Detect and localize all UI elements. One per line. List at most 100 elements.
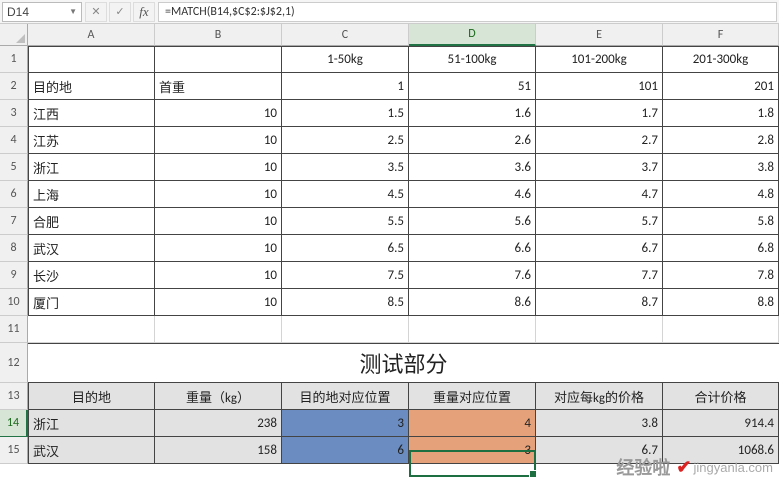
cell-F10[interactable]: 8.8 bbox=[663, 289, 779, 316]
cell-B6[interactable]: 10 bbox=[155, 181, 282, 208]
row-header-7[interactable]: 7 bbox=[0, 208, 28, 235]
cell-B4[interactable]: 10 bbox=[155, 127, 282, 154]
cell-C6[interactable]: 4.5 bbox=[282, 181, 409, 208]
name-box-dropdown-icon[interactable]: ▼ bbox=[69, 7, 77, 16]
cell-E15[interactable]: 6.7 bbox=[536, 437, 663, 464]
name-box[interactable]: D14 ▼ bbox=[2, 2, 82, 22]
cell-C15[interactable]: 6 bbox=[282, 437, 409, 464]
col-header-E[interactable]: E bbox=[536, 24, 663, 46]
cell-C14[interactable]: 3 bbox=[282, 410, 409, 437]
cell-E10[interactable]: 8.7 bbox=[536, 289, 663, 316]
row-header-12[interactable]: 12 bbox=[0, 343, 28, 383]
cell-D9[interactable]: 7.6 bbox=[409, 262, 536, 289]
cell-F8[interactable]: 6.8 bbox=[663, 235, 779, 262]
cell-E9[interactable]: 7.7 bbox=[536, 262, 663, 289]
title-cell[interactable]: 测试部分 bbox=[28, 343, 779, 383]
row-header-5[interactable]: 5 bbox=[0, 154, 28, 181]
cell-F3[interactable]: 1.8 bbox=[663, 100, 779, 127]
cell-E13[interactable]: 对应每kg的价格 bbox=[536, 383, 663, 410]
cell-E4[interactable]: 2.7 bbox=[536, 127, 663, 154]
cell-D5[interactable]: 3.6 bbox=[409, 154, 536, 181]
cell-E8[interactable]: 6.7 bbox=[536, 235, 663, 262]
select-all-corner[interactable] bbox=[0, 24, 28, 46]
cell-A5[interactable]: 浙江 bbox=[28, 154, 155, 181]
cell-A4[interactable]: 江苏 bbox=[28, 127, 155, 154]
cell-F2[interactable]: 201 bbox=[663, 73, 779, 100]
cell-B7[interactable]: 10 bbox=[155, 208, 282, 235]
cell-C8[interactable]: 6.5 bbox=[282, 235, 409, 262]
cell-F11[interactable] bbox=[663, 316, 779, 343]
cell-F5[interactable]: 3.8 bbox=[663, 154, 779, 181]
cell-D7[interactable]: 5.6 bbox=[409, 208, 536, 235]
cell-C5[interactable]: 3.5 bbox=[282, 154, 409, 181]
col-header-D[interactable]: D bbox=[409, 24, 536, 46]
row-header-4[interactable]: 4 bbox=[0, 127, 28, 154]
cell-F1[interactable]: 201-300kg bbox=[663, 46, 779, 73]
row-header-15[interactable]: 15 bbox=[0, 437, 28, 464]
cell-A1[interactable] bbox=[28, 46, 155, 73]
row-header-3[interactable]: 3 bbox=[0, 100, 28, 127]
row-header-2[interactable]: 2 bbox=[0, 73, 28, 100]
cell-B13[interactable]: 重量（kg） bbox=[155, 383, 282, 410]
cell-C10[interactable]: 8.5 bbox=[282, 289, 409, 316]
cell-E5[interactable]: 3.7 bbox=[536, 154, 663, 181]
cell-C13[interactable]: 目的地对应位置 bbox=[282, 383, 409, 410]
cell-D15[interactable]: 3 bbox=[409, 437, 536, 464]
cell-C2[interactable]: 1 bbox=[282, 73, 409, 100]
row-header-14[interactable]: 14 bbox=[0, 410, 28, 437]
row-header-6[interactable]: 6 bbox=[0, 181, 28, 208]
cell-E1[interactable]: 101-200kg bbox=[536, 46, 663, 73]
row-header-1[interactable]: 1 bbox=[0, 46, 28, 73]
cell-F6[interactable]: 4.8 bbox=[663, 181, 779, 208]
cell-A2[interactable]: 目的地 bbox=[28, 73, 155, 100]
col-header-F[interactable]: F bbox=[663, 24, 779, 46]
cell-A13[interactable]: 目的地 bbox=[28, 383, 155, 410]
cell-A7[interactable]: 合肥 bbox=[28, 208, 155, 235]
cell-B8[interactable]: 10 bbox=[155, 235, 282, 262]
row-header-10[interactable]: 10 bbox=[0, 289, 28, 316]
cell-D4[interactable]: 2.6 bbox=[409, 127, 536, 154]
cell-D10[interactable]: 8.6 bbox=[409, 289, 536, 316]
cell-B3[interactable]: 10 bbox=[155, 100, 282, 127]
cell-B14[interactable]: 238 bbox=[155, 410, 282, 437]
row-header-11[interactable]: 11 bbox=[0, 316, 28, 343]
cell-A3[interactable]: 江西 bbox=[28, 100, 155, 127]
cell-C9[interactable]: 7.5 bbox=[282, 262, 409, 289]
cell-E3[interactable]: 1.7 bbox=[536, 100, 663, 127]
cell-C4[interactable]: 2.5 bbox=[282, 127, 409, 154]
cell-E7[interactable]: 5.7 bbox=[536, 208, 663, 235]
cell-D11[interactable] bbox=[409, 316, 536, 343]
cell-F15[interactable]: 1068.6 bbox=[663, 437, 779, 464]
cell-E11[interactable] bbox=[536, 316, 663, 343]
cell-C3[interactable]: 1.5 bbox=[282, 100, 409, 127]
row-header-13[interactable]: 13 bbox=[0, 383, 28, 410]
cell-D2[interactable]: 51 bbox=[409, 73, 536, 100]
cell-B9[interactable]: 10 bbox=[155, 262, 282, 289]
cell-B10[interactable]: 10 bbox=[155, 289, 282, 316]
cell-A14[interactable]: 浙江 bbox=[28, 410, 155, 437]
cell-D13[interactable]: 重量对应位置 bbox=[409, 383, 536, 410]
cell-A9[interactable]: 长沙 bbox=[28, 262, 155, 289]
cell-F9[interactable]: 7.8 bbox=[663, 262, 779, 289]
col-header-B[interactable]: B bbox=[155, 24, 282, 46]
cell-D6[interactable]: 4.6 bbox=[409, 181, 536, 208]
formula-input[interactable]: =MATCH(B14,$C$2:$J$2,1) bbox=[158, 2, 777, 22]
col-header-C[interactable]: C bbox=[282, 24, 409, 46]
cell-A15[interactable]: 武汉 bbox=[28, 437, 155, 464]
cell-E2[interactable]: 101 bbox=[536, 73, 663, 100]
cell-D8[interactable]: 6.6 bbox=[409, 235, 536, 262]
cell-F13[interactable]: 合计价格 bbox=[663, 383, 779, 410]
cell-A10[interactable]: 厦门 bbox=[28, 289, 155, 316]
fx-icon[interactable]: fx bbox=[133, 2, 155, 22]
cell-C7[interactable]: 5.5 bbox=[282, 208, 409, 235]
col-header-A[interactable]: A bbox=[28, 24, 155, 46]
cell-C11[interactable] bbox=[282, 316, 409, 343]
cell-E14[interactable]: 3.8 bbox=[536, 410, 663, 437]
row-header-8[interactable]: 8 bbox=[0, 235, 28, 262]
cell-D1[interactable]: 51-100kg bbox=[409, 46, 536, 73]
cell-B5[interactable]: 10 bbox=[155, 154, 282, 181]
row-header-9[interactable]: 9 bbox=[0, 262, 28, 289]
cancel-icon[interactable]: ✕ bbox=[85, 2, 107, 22]
cell-B11[interactable] bbox=[155, 316, 282, 343]
cell-A8[interactable]: 武汉 bbox=[28, 235, 155, 262]
